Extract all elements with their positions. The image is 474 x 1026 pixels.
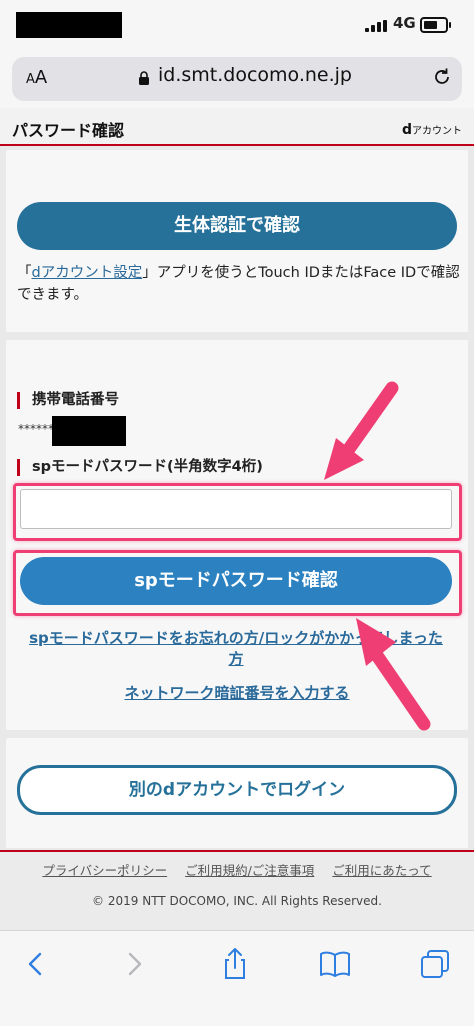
share-icon[interactable] — [215, 944, 255, 984]
biometric-confirm-button[interactable]: 生体認証で確認 — [17, 202, 457, 250]
battery-icon — [420, 17, 451, 33]
redacted-block — [52, 416, 126, 446]
footer-links: プライバシーポリシー ご利用規約/ご注意事項 ご利用にあたって — [0, 860, 474, 879]
forgot-password-link[interactable]: spモードパスワードをお忘れの方/ロックがかかってしまった方 — [22, 628, 450, 670]
phone-number-label: 携帯電話番号 — [17, 392, 119, 409]
sp-password-label: spモードパスワード(半角数字4桁) — [17, 459, 263, 476]
reload-icon[interactable] — [432, 66, 452, 88]
terms-link[interactable]: ご利用規約/ご注意事項 — [185, 863, 314, 878]
url-text[interactable]: id.smt.docomo.ne.jp — [158, 64, 352, 86]
redacted-block — [16, 12, 122, 38]
network-type: 4G — [393, 14, 416, 32]
copyright: © 2019 NTT DOCOMO, INC. All Rights Reser… — [92, 894, 382, 908]
phone-number-value: ****** — [18, 422, 54, 436]
text-size-button[interactable]: AA — [26, 67, 47, 88]
sp-password-input[interactable] — [20, 489, 452, 529]
forward-icon[interactable] — [114, 944, 154, 984]
signal-icon — [365, 20, 387, 32]
lock-icon — [139, 71, 149, 85]
sp-password-confirm-button[interactable]: spモードパスワード確認 — [20, 557, 452, 605]
d-account-logo: dアカウント — [402, 122, 463, 138]
usage-link[interactable]: ご利用にあたって — [332, 863, 431, 878]
biometric-note: 「dアカウント設定」アプリを使うとTouch IDまたはFace IDで確認でき… — [17, 265, 460, 303]
page-title: パスワード確認 — [12, 121, 125, 140]
text-size-label: A — [34, 67, 48, 88]
d-account-settings-link[interactable]: dアカウント設定 — [32, 265, 143, 281]
network-pin-link[interactable]: ネットワーク暗証番号を入力する — [0, 682, 474, 703]
tabs-icon[interactable] — [415, 944, 455, 984]
back-icon[interactable] — [16, 944, 56, 984]
other-account-login-button[interactable]: 別のdアカウントでログイン — [17, 765, 457, 815]
privacy-policy-link[interactable]: プライバシーポリシー — [42, 863, 167, 878]
bookmarks-icon[interactable] — [315, 944, 355, 984]
